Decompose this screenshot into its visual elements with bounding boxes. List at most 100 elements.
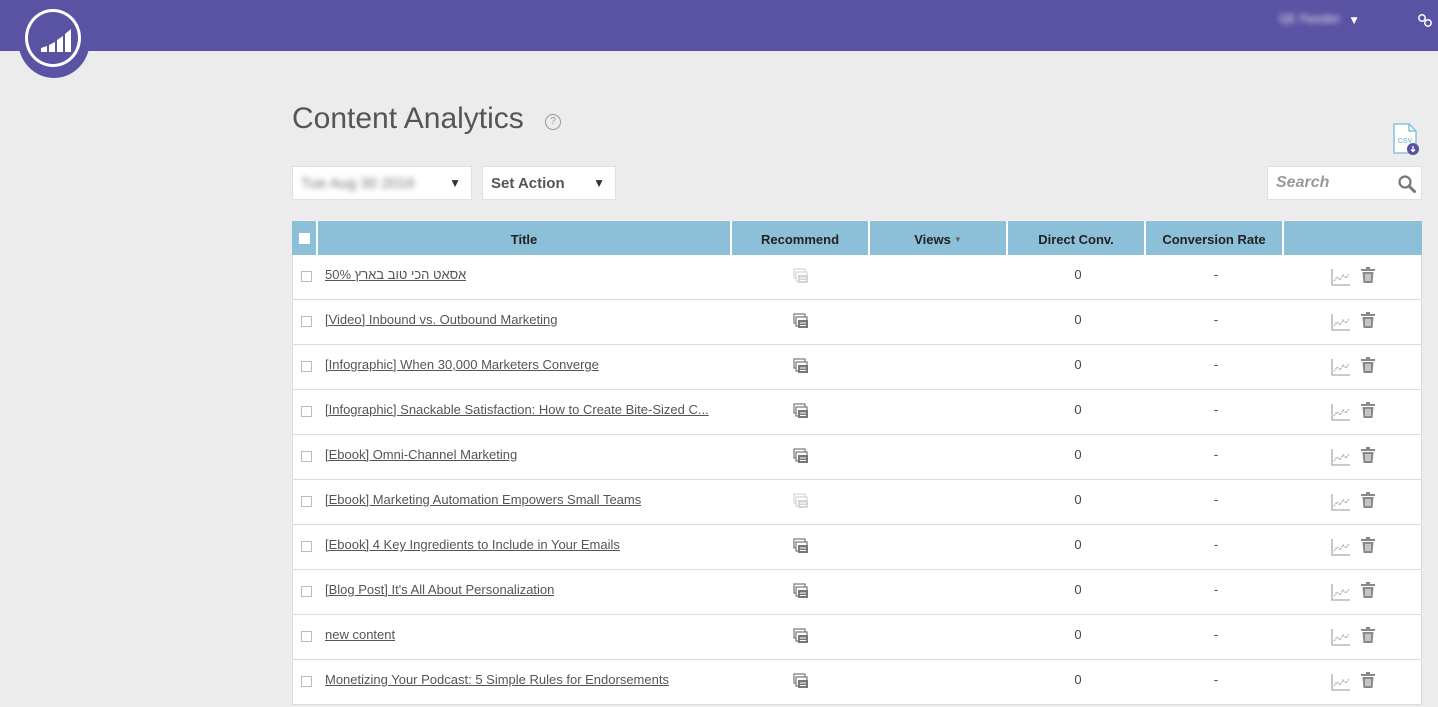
content-title-link[interactable]: אסאט הכי טוב בארץ 50% bbox=[325, 267, 466, 282]
line-chart-icon[interactable] bbox=[1331, 628, 1351, 646]
chevron-down-icon: ▼ bbox=[449, 176, 461, 190]
select-all-checkbox[interactable] bbox=[299, 233, 310, 244]
trash-icon[interactable] bbox=[1361, 582, 1375, 598]
line-chart-icon[interactable] bbox=[1331, 313, 1351, 331]
line-chart-icon[interactable] bbox=[1331, 268, 1351, 286]
content-title-link[interactable]: [Infographic] When 30,000 Marketers Conv… bbox=[325, 357, 599, 372]
user-name[interactable]: QE Feeder bbox=[1279, 12, 1341, 26]
table-row: אסאט הכי טוב בארץ 50% 0 - bbox=[292, 255, 1422, 300]
content-title-link[interactable]: new content bbox=[325, 627, 395, 642]
conversion-rate-value: - bbox=[1213, 312, 1219, 327]
recommend-icon[interactable] bbox=[793, 582, 809, 600]
recommend-icon[interactable] bbox=[793, 357, 809, 375]
user-menu-caret-icon[interactable]: ▼ bbox=[1351, 16, 1358, 26]
line-chart-icon[interactable] bbox=[1331, 538, 1351, 556]
trash-icon[interactable] bbox=[1361, 492, 1375, 508]
direct-conv-value: 0 bbox=[1074, 447, 1082, 462]
row-checkbox[interactable] bbox=[301, 451, 312, 462]
direct-conv-value: 0 bbox=[1074, 627, 1082, 642]
recommend-icon[interactable] bbox=[793, 447, 809, 465]
trash-icon[interactable] bbox=[1361, 312, 1375, 328]
table-row: [Infographic] Snackable Satisfaction: Ho… bbox=[292, 390, 1422, 435]
line-chart-icon[interactable] bbox=[1331, 583, 1351, 601]
row-checkbox[interactable] bbox=[301, 541, 312, 552]
date-range-select[interactable]: Tue Aug 30 2016 ▼ bbox=[292, 166, 472, 200]
direct-conv-value: 0 bbox=[1074, 402, 1082, 417]
help-icon[interactable]: ? bbox=[545, 114, 561, 130]
views-header-label: Views bbox=[914, 232, 951, 247]
table-row: [Ebook] 4 Key Ingredients to Include in … bbox=[292, 525, 1422, 570]
conversion-rate-value: - bbox=[1213, 537, 1219, 552]
content-title-link[interactable]: [Video] Inbound vs. Outbound Marketing bbox=[325, 312, 557, 327]
table-row: [Blog Post] It's All About Personalizati… bbox=[292, 570, 1422, 615]
table-header: Title Recommend Views ▼ Direct Conv. Conv… bbox=[292, 221, 1422, 255]
column-header-views[interactable]: Views ▼ bbox=[870, 221, 1008, 255]
logo-ring bbox=[25, 9, 81, 67]
csv-export-icon[interactable]: CSV bbox=[1391, 123, 1421, 157]
table-row: new content 0 - bbox=[292, 615, 1422, 660]
table-row: [Infographic] When 30,000 Marketers Conv… bbox=[292, 345, 1422, 390]
page-title: Content Analytics bbox=[292, 102, 524, 135]
recommend-icon[interactable] bbox=[793, 402, 809, 420]
row-checkbox[interactable] bbox=[301, 406, 312, 417]
table-row: [Video] Inbound vs. Outbound Marketing 0… bbox=[292, 300, 1422, 345]
conversion-rate-value: - bbox=[1213, 582, 1219, 597]
column-header-conversion-rate[interactable]: Conversion Rate bbox=[1146, 221, 1284, 255]
chevron-down-icon: ▼ bbox=[593, 176, 605, 190]
row-checkbox[interactable] bbox=[301, 271, 312, 282]
trash-icon[interactable] bbox=[1361, 267, 1375, 283]
content-title-link[interactable]: [Ebook] 4 Key Ingredients to Include in … bbox=[325, 537, 620, 552]
content-title-link[interactable]: [Ebook] Marketing Automation Empowers Sm… bbox=[325, 492, 641, 507]
column-header-actions bbox=[1284, 221, 1422, 255]
row-checkbox[interactable] bbox=[301, 316, 312, 327]
column-header-direct-conv[interactable]: Direct Conv. bbox=[1008, 221, 1146, 255]
date-range-value: Tue Aug 30 2016 bbox=[301, 175, 415, 192]
row-checkbox[interactable] bbox=[301, 361, 312, 372]
table-row: [Ebook] Marketing Automation Empowers Sm… bbox=[292, 480, 1422, 525]
content-title-link[interactable]: [Infographic] Snackable Satisfaction: Ho… bbox=[325, 402, 709, 417]
conversion-rate-value: - bbox=[1213, 402, 1219, 417]
trash-icon[interactable] bbox=[1361, 627, 1375, 643]
conversion-rate-value: - bbox=[1213, 672, 1219, 687]
recommend-icon[interactable] bbox=[793, 627, 809, 645]
recommend-icon[interactable] bbox=[793, 537, 809, 555]
conversion-rate-value: - bbox=[1213, 267, 1219, 282]
search-box bbox=[1267, 166, 1422, 200]
content-table: Title Recommend Views ▼ Direct Conv. Conv… bbox=[292, 221, 1422, 705]
trash-icon[interactable] bbox=[1361, 447, 1375, 463]
search-input[interactable] bbox=[1268, 167, 1393, 199]
line-chart-icon[interactable] bbox=[1331, 358, 1351, 376]
set-action-label: Set Action bbox=[491, 175, 565, 192]
row-checkbox[interactable] bbox=[301, 496, 312, 507]
search-icon[interactable] bbox=[1398, 175, 1416, 193]
header-select-all bbox=[292, 221, 318, 255]
line-chart-icon[interactable] bbox=[1331, 448, 1351, 466]
conversion-rate-value: - bbox=[1213, 357, 1219, 372]
conversion-rate-value: - bbox=[1213, 447, 1219, 462]
trash-icon[interactable] bbox=[1361, 672, 1375, 688]
row-checkbox[interactable] bbox=[301, 676, 312, 687]
user-menu[interactable]: QE Feeder ▼ bbox=[1279, 12, 1358, 26]
set-action-select[interactable]: Set Action ▼ bbox=[482, 166, 616, 200]
column-header-title[interactable]: Title bbox=[318, 221, 732, 255]
line-chart-icon[interactable] bbox=[1331, 673, 1351, 691]
row-checkbox[interactable] bbox=[301, 586, 312, 597]
table-row: Monetizing Your Podcast: 5 Simple Rules … bbox=[292, 660, 1422, 705]
recommend-icon[interactable] bbox=[793, 312, 809, 330]
content-title-link[interactable]: [Ebook] Omni-Channel Marketing bbox=[325, 447, 517, 462]
line-chart-icon[interactable] bbox=[1331, 493, 1351, 511]
row-checkbox[interactable] bbox=[301, 631, 312, 642]
line-chart-icon[interactable] bbox=[1331, 403, 1351, 421]
recommend-icon[interactable] bbox=[793, 492, 809, 510]
recommend-icon[interactable] bbox=[793, 267, 809, 285]
direct-conv-value: 0 bbox=[1074, 672, 1082, 687]
trash-icon[interactable] bbox=[1361, 402, 1375, 418]
trash-icon[interactable] bbox=[1361, 357, 1375, 373]
recommend-icon[interactable] bbox=[793, 672, 809, 690]
marketo-logo[interactable] bbox=[18, 2, 90, 78]
content-title-link[interactable]: [Blog Post] It's All About Personalizati… bbox=[325, 582, 554, 597]
content-title-link[interactable]: Monetizing Your Podcast: 5 Simple Rules … bbox=[325, 672, 669, 687]
link-icon[interactable] bbox=[1417, 12, 1433, 28]
trash-icon[interactable] bbox=[1361, 537, 1375, 553]
column-header-recommend[interactable]: Recommend bbox=[732, 221, 870, 255]
